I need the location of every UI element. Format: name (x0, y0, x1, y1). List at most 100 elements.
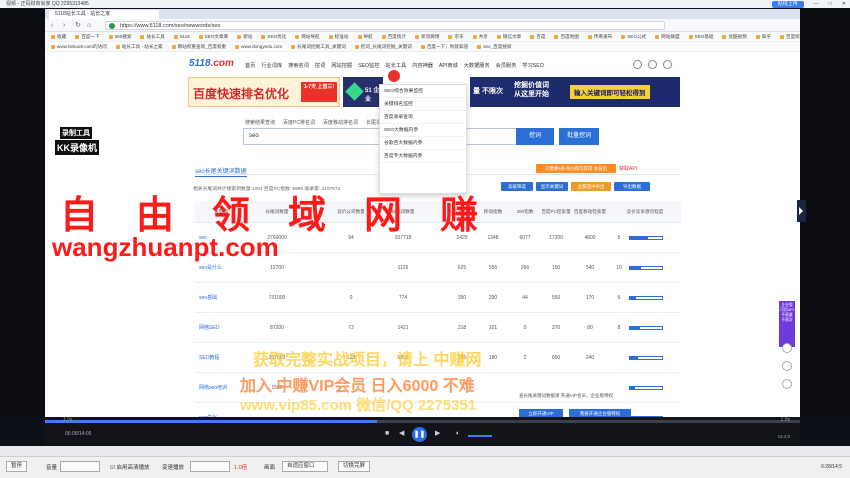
bookmark-item[interactable]: 站长工具 (140, 32, 164, 41)
nav-item[interactable]: SEO监控 (358, 63, 379, 69)
nav-item[interactable]: 会员服务 (496, 63, 517, 69)
nav-item[interactable]: 首页 (245, 63, 255, 69)
bookmark-item[interactable]: 新浪微博 (415, 32, 439, 41)
browser-tab[interactable]: 5118站长工具 - 站长之家 (49, 10, 159, 19)
pause-button[interactable]: ❚❚ (412, 427, 427, 442)
open-page-item[interactable]: seo_百度搜索 (477, 42, 511, 51)
minimize-icon[interactable]: — (814, 0, 819, 8)
nav-item[interactable]: 站长工具 (385, 63, 406, 69)
nav-item[interactable]: 搜索名词 (288, 63, 309, 69)
banner-unlimited[interactable]: 量 不限次 (470, 77, 510, 107)
dropdown-item[interactable]: 百度收录查询 (380, 111, 466, 124)
export-data-button[interactable]: 导出数据 (614, 182, 650, 191)
banner-value-words[interactable]: 挖掘价值词 从这里开始 输入关键词即可轻松得到 (510, 77, 680, 107)
bookmark-item[interactable]: 优酷视频 (722, 32, 746, 41)
bookmark-item[interactable]: 传奇发布 (588, 32, 612, 41)
keyword-link[interactable]: SEO教程 (199, 343, 251, 373)
open-page-item[interactable]: 网站权重查询_百度权重 (172, 42, 227, 51)
dropdown-item[interactable]: SEO综合效果监控 (380, 85, 466, 98)
nav-item[interactable]: 行业词库 (261, 63, 282, 69)
keyword-link[interactable]: seo基础 (199, 283, 251, 313)
bookmark-item[interactable]: 京东 (448, 32, 463, 41)
nav-item[interactable]: 网站挖掘 (331, 63, 352, 69)
search-button[interactable]: 挖词 (516, 128, 554, 145)
bookmark-item[interactable]: 新站 (237, 32, 252, 41)
dropdown-item[interactable]: 百度专大数据内参 (380, 150, 466, 163)
get-api-link[interactable]: 获取API (619, 165, 637, 172)
next-icon[interactable]: ▶ (435, 430, 440, 438)
refresh-icon[interactable]: ↻ (75, 22, 83, 29)
bookmark-item[interactable]: 百度统计 (780, 32, 800, 41)
banner-enterprise[interactable]: 51 企业 (343, 77, 383, 107)
bookmark-item[interactable]: SEO文章库 (199, 32, 228, 41)
volume-icon[interactable]: ◖ (455, 430, 459, 438)
bookmark-item[interactable]: 百度统计 (382, 32, 406, 41)
service-icon[interactable] (782, 361, 792, 371)
url-field[interactable]: https://www.5118.com/seo/newwords/seo (105, 21, 665, 30)
open-page-item[interactable]: www.hekuo8.com的访问 (51, 42, 107, 51)
hq-checkbox[interactable]: ☑ 启用高清播放 (110, 463, 149, 471)
diamond-icon[interactable] (782, 343, 792, 353)
prev-icon[interactable]: ◀ (399, 430, 404, 438)
home-icon[interactable]: ⌂ (87, 22, 95, 29)
bookmark-item[interactable]: 网站联盟 (655, 32, 679, 41)
keyword-link[interactable]: 网络SEO (199, 313, 251, 343)
bookmark-item[interactable]: 微信文章 (497, 32, 521, 41)
bookmark-item[interactable]: 网站导航 (295, 32, 319, 41)
volume-slider-box[interactable] (60, 461, 100, 472)
speed-slider[interactable] (190, 461, 230, 472)
back-icon[interactable]: ‹ (51, 22, 59, 29)
nav-item[interactable]: 内容神器 (412, 63, 433, 69)
enterprise-api-float[interactable]: 企业版 可用API 不限量 不限次 (779, 301, 795, 347)
stop-icon[interactable]: ■ (385, 430, 389, 438)
bookmark-item[interactable]: 百度 (530, 32, 545, 41)
show-keywords-button[interactable]: 显示关键词 (536, 182, 568, 191)
bookmark-item[interactable]: 5118 (174, 32, 190, 41)
bookmark-item[interactable]: 共享 (473, 32, 488, 41)
nav-item[interactable]: 挖词 (315, 63, 325, 69)
bookmark-item[interactable]: 百度地图 (554, 32, 578, 41)
bookmark-item[interactable]: 百度一下 (75, 32, 99, 41)
pause-toggle[interactable]: 暂停 (6, 461, 28, 472)
search-tab[interactable]: 搜索结果查询 (245, 120, 275, 126)
bookmark-item[interactable]: 知乎 (756, 32, 771, 41)
progress-bar[interactable] (45, 420, 800, 423)
nav-item[interactable]: 大数据服务 (464, 63, 490, 69)
dropdown-item[interactable]: 关键排名监控 (380, 98, 466, 111)
nav-item[interactable]: API商城 (439, 63, 458, 69)
dropdown-item[interactable]: 谷歌百大数据内参 (380, 137, 466, 150)
avatar[interactable] (663, 60, 672, 69)
bookmark-item[interactable]: SEO基础 (689, 32, 714, 41)
review-promo-button[interactable]: 只需要5条评价即可获得 会员价 (536, 164, 616, 173)
open-page-item[interactable]: 挖词_长尾词挖掘_关键词 (355, 42, 412, 51)
bookmark-item[interactable]: SEO优化 (261, 32, 286, 41)
nav-item[interactable]: 学习SEO (522, 63, 543, 69)
bookmark-item[interactable]: SEO公式 (621, 32, 646, 41)
forward-icon[interactable]: › (63, 22, 71, 29)
search-icon[interactable] (633, 60, 642, 69)
search-tab[interactable]: 百度PC排名词 (283, 120, 315, 126)
bookmark-item[interactable]: 导航 (358, 32, 373, 41)
open-page-item[interactable]: 站长工具 - 站长之家 (116, 42, 163, 51)
site-logo[interactable]: 5118.com (189, 58, 234, 69)
maximize-icon[interactable]: □ (829, 0, 832, 8)
open-page-item[interactable]: 百度一下，你就知道 (421, 42, 468, 51)
open-page-item[interactable]: 长尾词挖掘工具_关键词 (291, 42, 346, 51)
bookmark-item[interactable]: 标准站 (329, 32, 349, 41)
ratio-select[interactable]: 自适应窗口 (282, 461, 328, 472)
bookmark-item[interactable]: 360搜索 (109, 32, 132, 41)
upload-button[interactable]: 贴线上传 (771, 0, 804, 8)
bookmark-item[interactable]: 收藏 (51, 32, 66, 41)
open-page-item[interactable]: www.dongyedu.com (235, 42, 282, 51)
side-collapse-handle[interactable] (797, 200, 806, 222)
fullscreen-button[interactable]: 切换完屏 (338, 461, 371, 472)
search-tab[interactable]: 百度移动排名词 (323, 120, 358, 126)
bulk-search-button[interactable]: 批量挖词 (559, 128, 599, 145)
close-icon[interactable]: ✕ (842, 0, 846, 8)
banner-fast-ranking[interactable]: 百度快速排名优化 1-7天 上首三! (188, 77, 340, 107)
back-to-top-icon[interactable] (782, 379, 792, 389)
dropdown-item[interactable]: SEO大数据内参 (380, 124, 466, 137)
volume-slider[interactable] (468, 435, 492, 437)
export-selected-button[interactable]: 全部选中导出 (571, 182, 611, 191)
notification-icon[interactable] (648, 60, 657, 69)
